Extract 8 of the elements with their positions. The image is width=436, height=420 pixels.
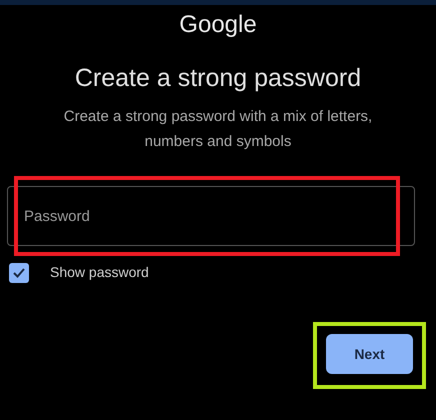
logo-text: Google <box>179 10 257 40</box>
password-field[interactable]: Password <box>7 186 415 246</box>
page-heading: Create a strong password <box>74 63 362 94</box>
page-description: Create a strong password with a mix of letters, numbers and symbols <box>62 107 374 152</box>
check-icon <box>12 266 26 280</box>
next-button[interactable]: Next <box>326 334 413 374</box>
checkbox[interactable] <box>9 262 29 282</box>
checkbox-label: Show password <box>50 263 149 282</box>
